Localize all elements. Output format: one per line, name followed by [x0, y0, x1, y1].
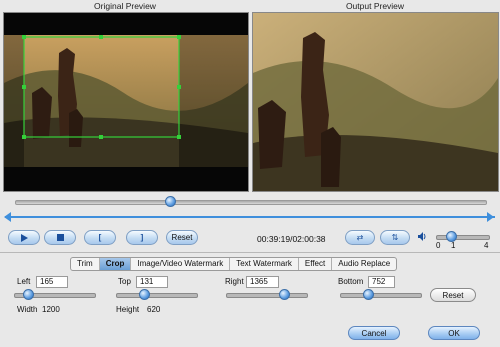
top-slider-knob[interactable] — [139, 289, 150, 300]
output-preview-pane — [252, 12, 499, 192]
volume-mid-label: 1 — [451, 241, 456, 250]
tab-crop[interactable]: Crop — [99, 258, 132, 270]
width-label: Width — [17, 305, 38, 314]
seek-knob[interactable] — [165, 196, 177, 207]
volume-max-label: 4 — [484, 241, 489, 250]
range-start-marker[interactable] — [4, 212, 11, 222]
cancel-label: Cancel — [361, 328, 387, 338]
play-button[interactable] — [8, 230, 40, 245]
left-slider-knob[interactable] — [23, 289, 35, 300]
seek-track[interactable] — [15, 200, 487, 205]
divider — [0, 252, 500, 253]
left-input[interactable]: 165 — [36, 276, 68, 288]
crop-reset-label: Reset — [442, 290, 464, 300]
original-preview-image — [4, 13, 248, 191]
playback-reset-label: Reset — [171, 233, 193, 242]
volume-min-label: 0 — [436, 241, 441, 250]
ok-button[interactable]: OK — [428, 326, 480, 340]
timecode: 00:39:19/02:00:38 — [257, 234, 326, 244]
range-end-marker[interactable] — [487, 212, 494, 222]
original-preview-title: Original Preview — [94, 1, 156, 11]
top-input[interactable]: 131 — [136, 276, 168, 288]
stop-button[interactable] — [44, 230, 76, 245]
mark-in-label: [ — [98, 233, 102, 242]
tab-audio-replace[interactable]: Audio Replace — [332, 258, 396, 270]
output-preview-title: Output Preview — [345, 1, 405, 11]
bottom-slider-knob[interactable] — [363, 289, 374, 300]
original-preview-pane — [3, 12, 249, 192]
height-value: 620 — [147, 305, 161, 314]
bottom-input[interactable]: 752 — [368, 276, 395, 288]
height-label: Height — [116, 305, 140, 314]
playback-reset-button[interactable]: Reset — [166, 230, 198, 245]
tab-effect[interactable]: Effect — [299, 258, 333, 270]
stop-icon — [56, 234, 64, 241]
mark-in-button[interactable]: [ — [84, 230, 116, 245]
crop-reset-button[interactable]: Reset — [430, 288, 476, 302]
bottom-slider-track[interactable] — [340, 293, 422, 298]
bottom-label: Bottom — [338, 277, 364, 286]
tab-image-video-watermark[interactable]: Image/Video Watermark — [131, 258, 231, 270]
top-label: Top — [118, 277, 131, 286]
width-value: 1200 — [42, 305, 60, 314]
right-slider-knob[interactable] — [278, 289, 290, 300]
play-icon — [20, 233, 28, 242]
editor-tabs: Trim Crop Image/Video Watermark Text Waterm… — [70, 257, 398, 271]
right-input[interactable]: 1365 — [246, 276, 279, 288]
tab-trim[interactable]: Trim — [71, 258, 100, 270]
top-slider-track[interactable] — [116, 293, 198, 298]
timeline-range-bar — [5, 216, 495, 218]
swap-vertical-button[interactable]: ⇅ — [380, 230, 410, 245]
mark-out-button[interactable]: ] — [126, 230, 158, 245]
right-slider-track[interactable] — [226, 293, 308, 298]
tab-text-watermark[interactable]: Text Watermark — [230, 258, 299, 270]
ok-label: OK — [448, 328, 460, 338]
swap-vertical-icon: ⇅ — [391, 233, 399, 242]
output-preview-image — [253, 13, 498, 191]
left-label: Left — [17, 277, 31, 286]
swap-horizontal-icon: ⇄ — [356, 233, 364, 242]
right-label: Right — [225, 277, 244, 286]
cancel-button[interactable]: Cancel — [348, 326, 400, 340]
volume-track[interactable] — [436, 235, 490, 240]
mark-out-label: ] — [140, 233, 144, 242]
swap-horizontal-button[interactable]: ⇄ — [345, 230, 375, 245]
speaker-icon[interactable] — [418, 232, 427, 241]
